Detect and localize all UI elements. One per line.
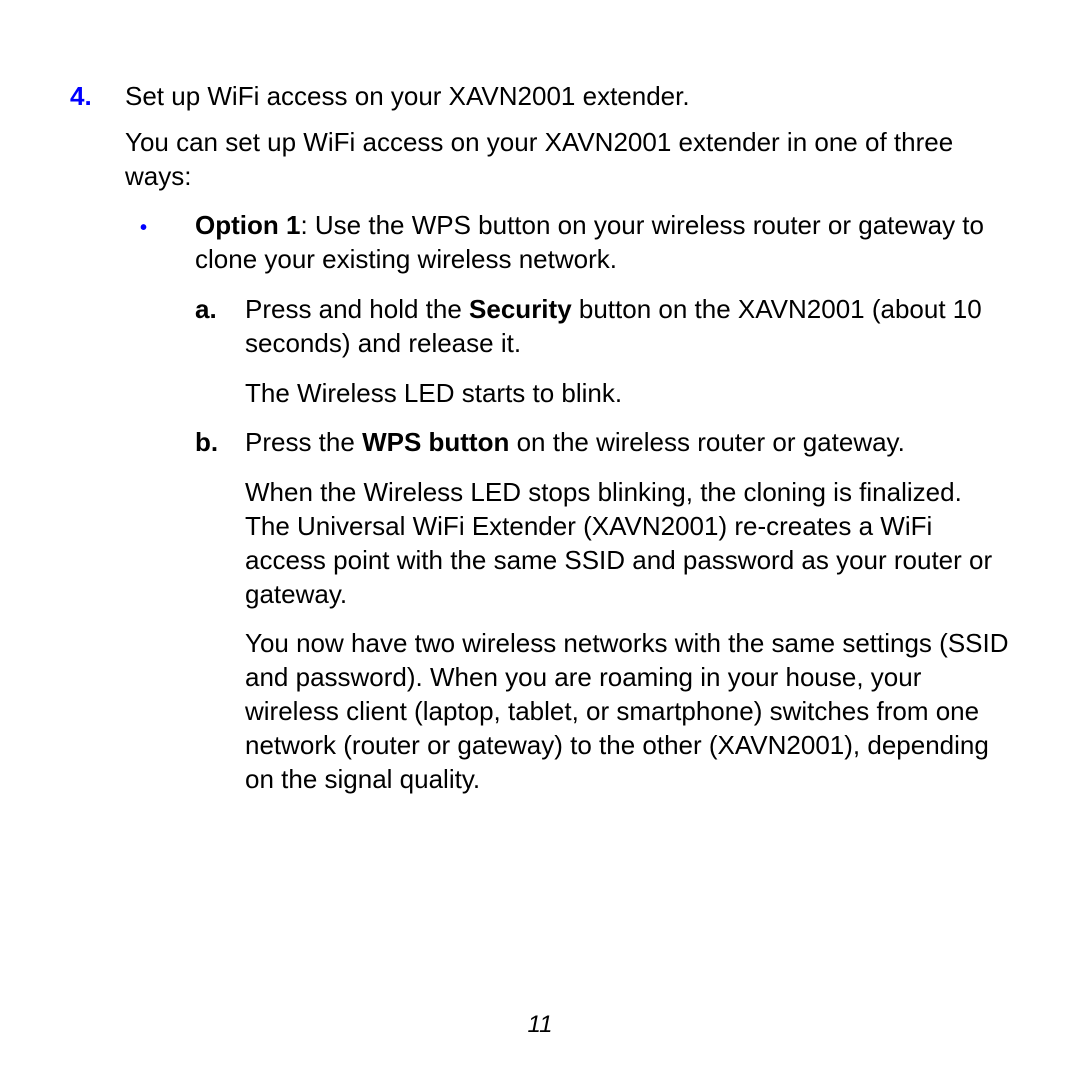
sublist: a. Press and hold the Security button on… bbox=[195, 293, 1010, 796]
sub-item-a: a. Press and hold the Security button on… bbox=[195, 293, 1010, 410]
sub-b-bold: WPS button bbox=[362, 427, 509, 457]
bullet-marker: • bbox=[140, 209, 195, 241]
sub-a-pre: Press and hold the bbox=[245, 294, 469, 324]
option-bullet: • Option 1: Use the WPS button on your w… bbox=[140, 209, 1010, 277]
step-number: 4. bbox=[70, 80, 125, 114]
sub-b-pre: Press the bbox=[245, 427, 362, 457]
sub-item-b: b. Press the WPS button on the wireless … bbox=[195, 426, 1010, 796]
step-item: 4. Set up WiFi access on your XAVN2001 e… bbox=[70, 80, 1010, 114]
sub-b-para1: When the Wireless LED stops blinking, th… bbox=[245, 476, 1010, 611]
sub-marker-b: b. bbox=[195, 426, 245, 460]
sub-content-a: Press and hold the Security button on th… bbox=[245, 293, 1010, 410]
option-text: : Use the WPS button on your wireless ro… bbox=[195, 210, 984, 274]
sub-a-bold: Security bbox=[469, 294, 572, 324]
sub-a-para1: The Wireless LED starts to blink. bbox=[245, 377, 1010, 411]
sub-marker-a: a. bbox=[195, 293, 245, 327]
sub-b-para2: You now have two wireless networks with … bbox=[245, 627, 1010, 796]
sub-b-post: on the wireless router or gateway. bbox=[509, 427, 904, 457]
option-label: Option 1 bbox=[195, 210, 300, 240]
step-title: Set up WiFi access on your XAVN2001 exte… bbox=[125, 80, 1010, 114]
page-number: 11 bbox=[0, 1009, 1080, 1040]
option-content: Option 1: Use the WPS button on your wir… bbox=[195, 209, 1010, 277]
step-description: You can set up WiFi access on your XAVN2… bbox=[125, 126, 1010, 194]
sub-content-b: Press the WPS button on the wireless rou… bbox=[245, 426, 1010, 796]
